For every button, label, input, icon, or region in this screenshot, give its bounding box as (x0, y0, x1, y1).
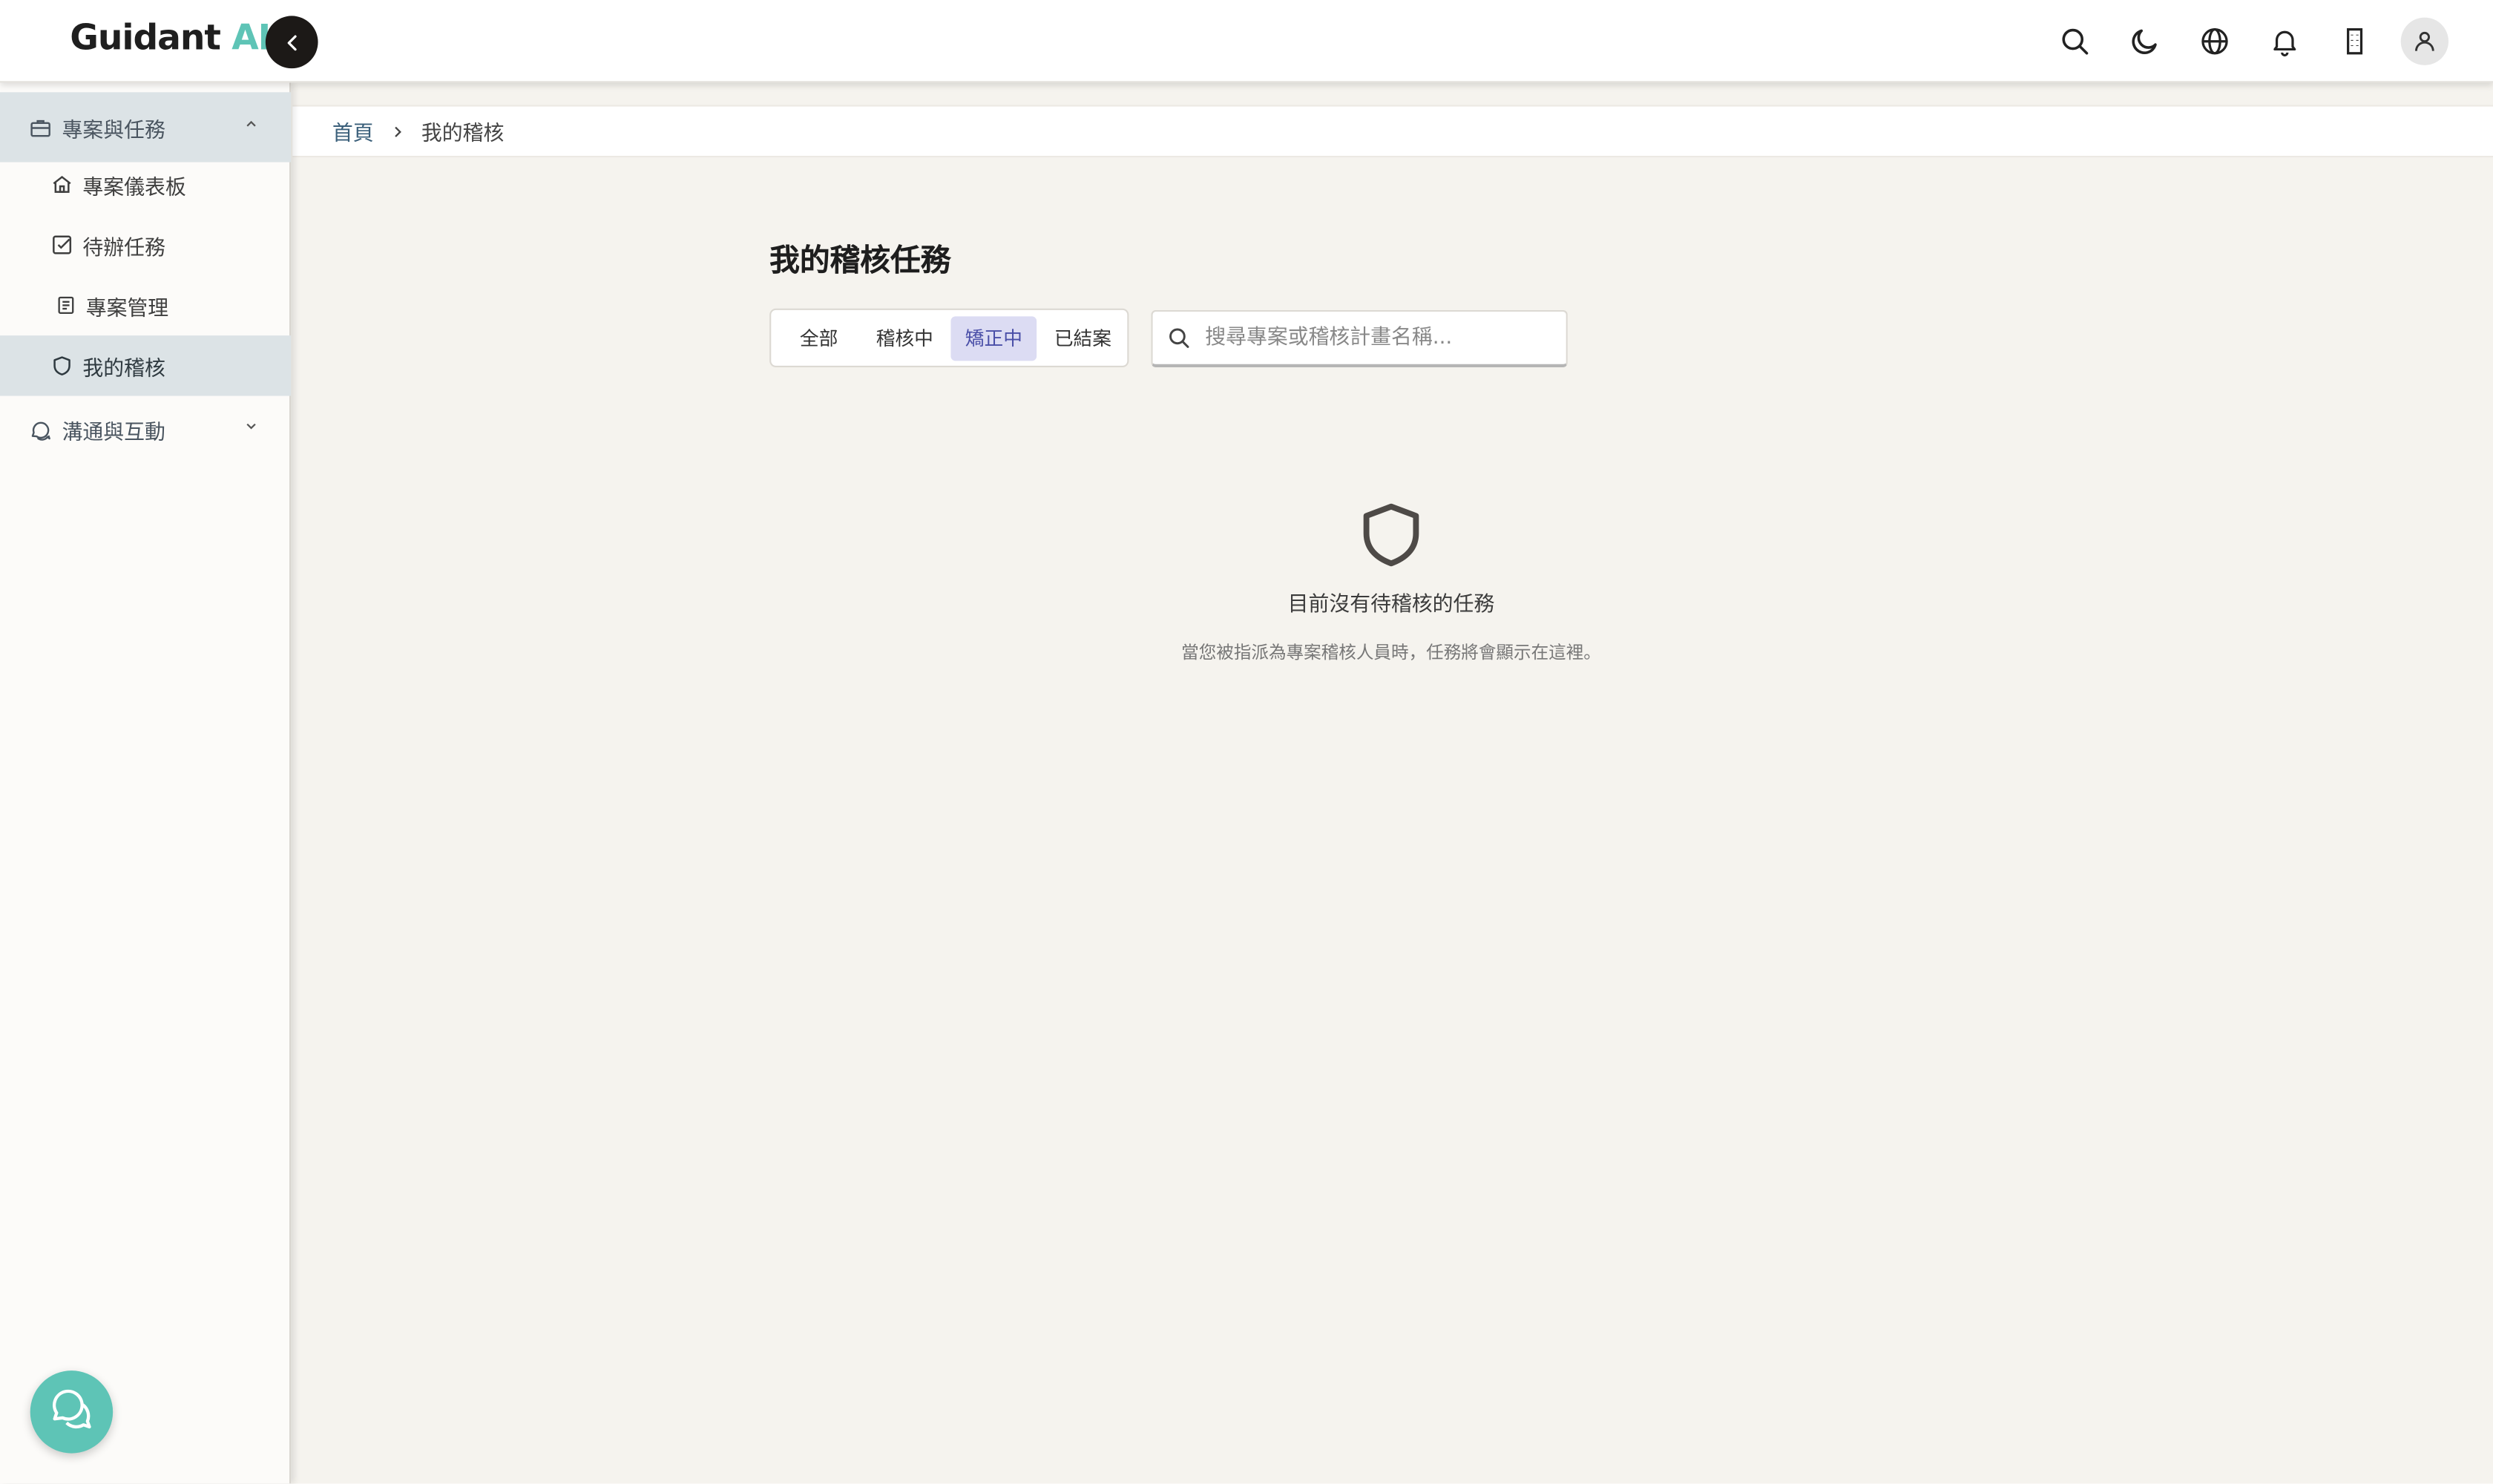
chevron-up-icon (243, 116, 259, 131)
app-root: Guidant AI 專案與任務 專案儀表板 待辦任務 專案管理 我的稽核 溝通… (0, 0, 2493, 1484)
search-box (1151, 309, 1568, 367)
tab-auditing[interactable]: 稽核中 (861, 315, 947, 360)
brand-logo[interactable]: Guidant AI (70, 19, 271, 59)
user-icon[interactable] (2400, 17, 2448, 65)
sidebar-group-communication[interactable]: 溝通與互動 (0, 394, 291, 464)
status-filter-tabs: 全部 稽核中 矯正中 已結案 (769, 308, 1129, 367)
building-icon[interactable] (2331, 18, 2378, 65)
tab-all[interactable]: 全部 (781, 315, 858, 360)
search-input[interactable] (1205, 326, 1540, 350)
sidebar-item-label: 專案儀表板 (82, 175, 186, 200)
empty-state-subtitle: 當您被指派為專案稽核人員時，任務將會顯示在這裡。 (1181, 642, 1601, 663)
sidebar-group-projects[interactable]: 專案與任務 (0, 92, 292, 162)
globe-icon[interactable] (2191, 18, 2239, 65)
sidebar-item-todo-tasks[interactable]: 待辦任務 (0, 214, 291, 275)
sidebar-group-label: 溝通與互動 (62, 420, 165, 444)
chevron-right-icon (390, 123, 405, 139)
sidebar-item-project-management[interactable]: 專案管理 (0, 275, 291, 335)
sidebar-item-project-dashboard[interactable]: 專案儀表板 (0, 154, 291, 214)
empty-state-title: 目前沒有待稽核的任務 (1287, 593, 1495, 617)
page-title: 我的稽核任務 (769, 243, 951, 278)
sidebar-item-my-audits[interactable]: 我的稽核 (0, 335, 292, 396)
breadcrumb: 首頁 我的稽核 (292, 105, 2493, 158)
chat-bubbles-icon (47, 1388, 95, 1436)
chat-icon (29, 418, 53, 441)
search-icon[interactable] (2051, 18, 2098, 65)
sidebar-item-label: 專案管理 (85, 296, 169, 321)
chevron-left-icon (280, 31, 303, 53)
sidebar-group-label: 專案與任務 (62, 118, 165, 142)
document-icon (56, 294, 76, 316)
search-icon (1167, 326, 1191, 349)
checkbox-icon (51, 234, 73, 256)
chat-assistant-button[interactable] (30, 1370, 114, 1454)
sidebar-collapse-button[interactable] (265, 16, 318, 69)
moon-icon[interactable] (2121, 18, 2169, 65)
shield-icon (51, 355, 73, 377)
sidebar-item-label: 我的稽核 (82, 357, 165, 381)
brand-suffix: AI (231, 19, 271, 59)
tab-closed[interactable]: 已結案 (1040, 315, 1126, 360)
breadcrumb-current: 我的稽核 (421, 122, 505, 147)
breadcrumb-home-link[interactable]: 首頁 (332, 116, 374, 146)
sidebar-item-label: 待辦任務 (82, 236, 165, 260)
briefcase-icon (29, 115, 53, 139)
sidebar: 專案與任務 專案儀表板 待辦任務 專案管理 我的稽核 溝通與互動 (0, 82, 292, 1484)
header-actions (2051, 17, 2448, 65)
bell-icon[interactable] (2261, 18, 2308, 65)
brand-name: Guidant (70, 19, 221, 59)
home-icon (51, 174, 73, 196)
top-header: Guidant AI (0, 0, 2493, 83)
tab-correcting[interactable]: 矯正中 (950, 315, 1037, 361)
chevron-down-icon (243, 418, 259, 434)
shield-icon (1356, 499, 1426, 569)
